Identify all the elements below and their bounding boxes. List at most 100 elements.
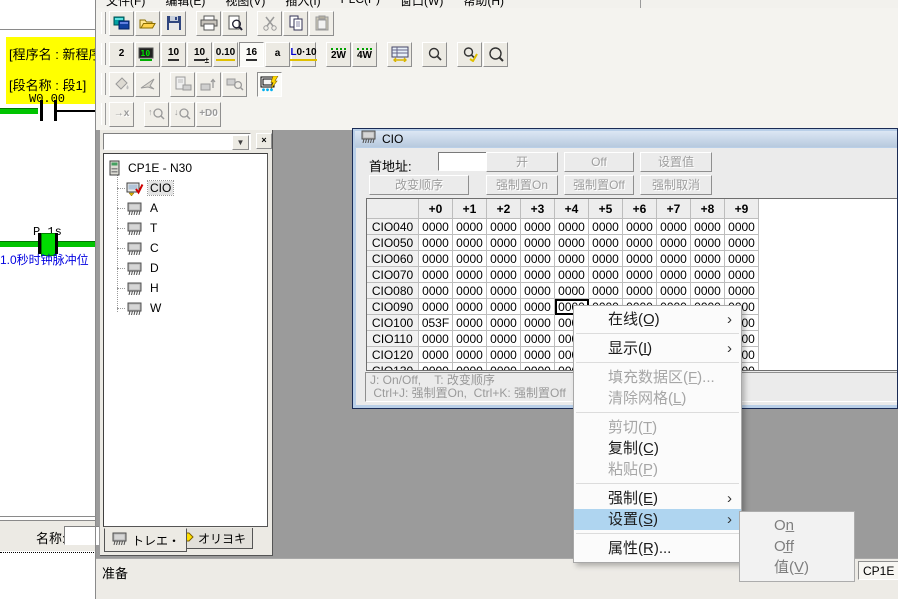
grid-col-header-+7[interactable]: +7 [657, 199, 691, 219]
cell-CIO050-+6[interactable]: 0000 [623, 235, 657, 251]
cell-CIO090-+0[interactable]: 0000 [419, 299, 453, 315]
grid-row-label-CIO130[interactable]: CIO130 [367, 363, 419, 371]
cell-CIO090-+1[interactable]: 0000 [453, 299, 487, 315]
cell-CIO050-+8[interactable]: 0000 [691, 235, 725, 251]
grid-col-header-+2[interactable]: +2 [487, 199, 521, 219]
cell-CIO100-+3[interactable]: 0000 [521, 315, 555, 331]
text-display-button[interactable]: a [265, 42, 290, 67]
grid-row-label-CIO040[interactable]: CIO040 [367, 219, 419, 235]
cell-CIO040-+1[interactable]: 0000 [453, 219, 487, 235]
cell-CIO040-+5[interactable]: 0000 [589, 219, 623, 235]
grid-col-header-+8[interactable]: +8 [691, 199, 725, 219]
cell-CIO080-+3[interactable]: 0000 [521, 283, 555, 299]
tree-item-t[interactable]: T [126, 219, 159, 237]
cell-CIO070-+3[interactable]: 0000 [521, 267, 555, 283]
cell-CIO060-+7[interactable]: 0000 [657, 251, 691, 267]
cell-CIO060-+8[interactable]: 0000 [691, 251, 725, 267]
open-button[interactable] [135, 11, 160, 36]
grid-resize-button[interactable] [387, 42, 412, 67]
grid-col-header-+3[interactable]: +3 [521, 199, 555, 219]
toolbar-grip[interactable] [101, 73, 106, 95]
binary-button[interactable]: 2 [109, 42, 134, 67]
cell-CIO090-+2[interactable]: 0000 [487, 299, 521, 315]
cell-CIO080-+7[interactable]: 0000 [657, 283, 691, 299]
cell-CIO070-+6[interactable]: 0000 [623, 267, 657, 283]
binary-monitor-button[interactable]: 10 [135, 42, 160, 67]
cell-CIO040-+3[interactable]: 0000 [521, 219, 555, 235]
cell-CIO120-+0[interactable]: 0000 [419, 347, 453, 363]
memory-window-titlebar[interactable]: CIO [355, 131, 897, 147]
two-word-button[interactable]: 2W [326, 42, 351, 67]
cell-CIO070-+2[interactable]: 0000 [487, 267, 521, 283]
cell-CIO110-+2[interactable]: 0000 [487, 331, 521, 347]
grid-col-header-+9[interactable]: +9 [725, 199, 759, 219]
hex-button[interactable]: 16 [239, 42, 264, 67]
cell-CIO100-+2[interactable]: 0000 [487, 315, 521, 331]
cell-CIO080-+1[interactable]: 0000 [453, 283, 487, 299]
cell-CIO070-+5[interactable]: 0000 [589, 267, 623, 283]
cell-CIO110-+0[interactable]: 0000 [419, 331, 453, 347]
cell-CIO060-+2[interactable]: 0000 [487, 251, 521, 267]
cell-CIO060-+4[interactable]: 0000 [555, 251, 589, 267]
cell-CIO120-+2[interactable]: 0000 [487, 347, 521, 363]
toolbar-grip[interactable] [101, 12, 106, 34]
cell-CIO060-+1[interactable]: 0000 [453, 251, 487, 267]
zoom-button[interactable] [422, 42, 447, 67]
grid-row-label-CIO120[interactable]: CIO120 [367, 347, 419, 363]
new-project-button[interactable] [109, 11, 134, 36]
decimal-button[interactable]: 10 [161, 42, 186, 67]
grid-row-label-CIO060[interactable]: CIO060 [367, 251, 419, 267]
copy-button[interactable] [283, 11, 308, 36]
four-word-button[interactable]: 4W [352, 42, 377, 67]
cell-CIO100-+0[interactable]: 053F [419, 315, 453, 331]
floating-point-button[interactable]: 0.10 [213, 42, 238, 67]
cell-CIO070-+9[interactable]: 0000 [725, 267, 759, 283]
cell-CIO130-+0[interactable]: 0000 [419, 363, 453, 371]
cell-CIO050-+2[interactable]: 0000 [487, 235, 521, 251]
tree-filter-combobox[interactable]: ▼ [103, 133, 251, 150]
cell-CIO120-+1[interactable]: 0000 [453, 347, 487, 363]
cell-CIO050-+7[interactable]: 0000 [657, 235, 691, 251]
cell-CIO130-+1[interactable]: 0000 [453, 363, 487, 371]
cell-CIO050-+9[interactable]: 0000 [725, 235, 759, 251]
cell-CIO050-+3[interactable]: 0000 [521, 235, 555, 251]
grid-row-label-CIO080[interactable]: CIO080 [367, 283, 419, 299]
cell-CIO040-+2[interactable]: 0000 [487, 219, 521, 235]
grid-row-label-CIO070[interactable]: CIO070 [367, 267, 419, 283]
tree-item-d[interactable]: D [126, 259, 161, 277]
cell-CIO090-+3[interactable]: 0000 [521, 299, 555, 315]
tree-item-a[interactable]: A [126, 199, 160, 217]
grid-col-header-+1[interactable]: +1 [453, 199, 487, 219]
cell-CIO080-+4[interactable]: 0000 [555, 283, 589, 299]
context-menu-item-online[interactable]: 在线(O̲)› [574, 309, 741, 330]
cell-CIO050-+5[interactable]: 0000 [589, 235, 623, 251]
cell-CIO050-+0[interactable]: 0000 [419, 235, 453, 251]
tree-item-c[interactable]: C [126, 239, 161, 257]
cell-CIO080-+6[interactable]: 0000 [623, 283, 657, 299]
toolbar-grip[interactable] [101, 103, 106, 125]
cell-CIO080-+2[interactable]: 0000 [487, 283, 521, 299]
context-menu-item-display[interactable]: 显示(I̲)› [574, 338, 741, 359]
grid-col-header-+4[interactable]: +4 [555, 199, 589, 219]
cell-CIO070-+4[interactable]: 0000 [555, 267, 589, 283]
name-input[interactable] [64, 526, 99, 545]
grid-col-header-+6[interactable]: +6 [623, 199, 657, 219]
cell-CIO120-+3[interactable]: 0000 [521, 347, 555, 363]
print-preview-button[interactable] [222, 11, 247, 36]
cell-CIO080-+8[interactable]: 0000 [691, 283, 725, 299]
tree-item-h[interactable]: H [126, 279, 161, 297]
zoom-check-button[interactable] [457, 42, 482, 67]
cell-CIO080-+0[interactable]: 0000 [419, 283, 453, 299]
cell-CIO100-+1[interactable]: 0000 [453, 315, 487, 331]
context-menu-item-force[interactable]: 强制(E̲)› [574, 488, 741, 509]
cell-CIO040-+7[interactable]: 0000 [657, 219, 691, 235]
cell-CIO040-+0[interactable]: 0000 [419, 219, 453, 235]
context-menu-item-set[interactable]: 设置(S̲)› [574, 509, 741, 530]
cell-CIO040-+8[interactable]: 0000 [691, 219, 725, 235]
grid-row-label-CIO050[interactable]: CIO050 [367, 235, 419, 251]
tree-item-w[interactable]: W [126, 299, 163, 317]
tab-memory-tree[interactable]: トレエ・ [104, 528, 187, 552]
contact-w000[interactable] [40, 100, 43, 121]
toolbar-grip[interactable] [101, 43, 106, 65]
context-menu-item-properties[interactable]: 属性(R̲)... [574, 538, 741, 559]
